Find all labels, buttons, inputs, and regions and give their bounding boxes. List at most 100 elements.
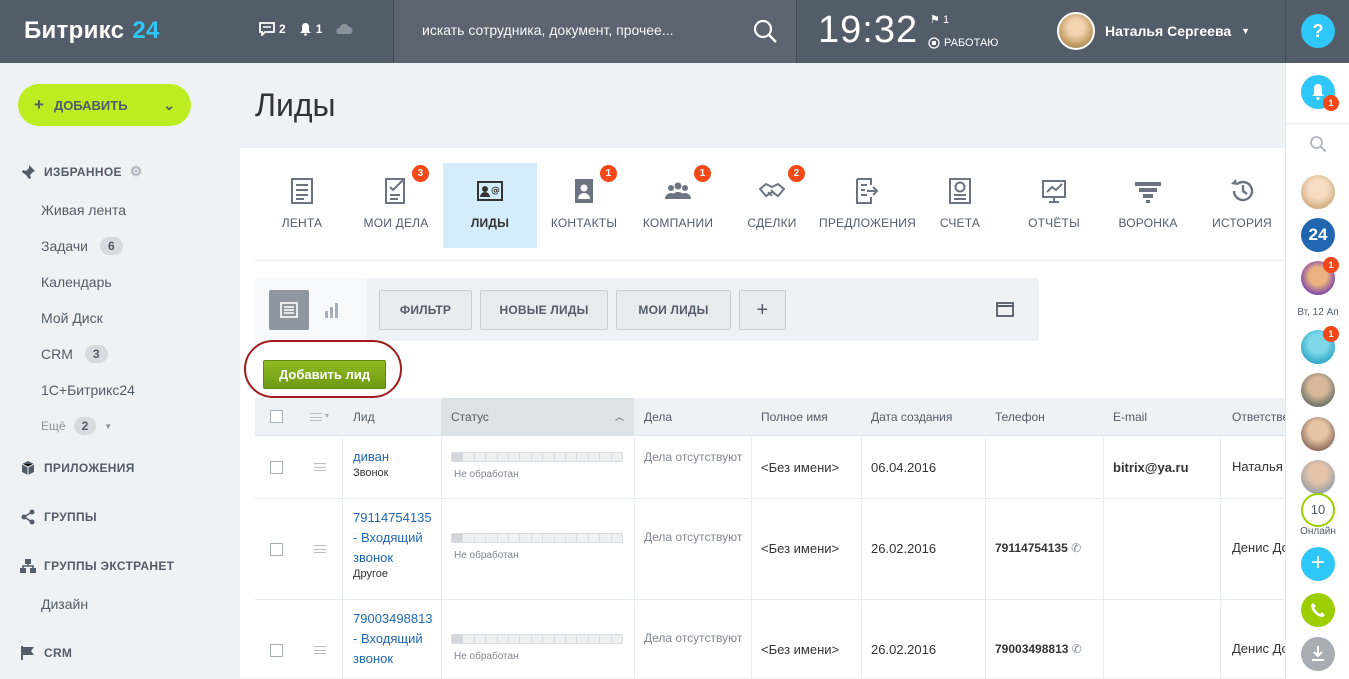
col-email[interactable]: E-mail (1113, 410, 1147, 424)
status-progress[interactable] (451, 634, 623, 644)
add-chat-button[interactable]: + (1301, 547, 1335, 581)
user-menu[interactable]: Наталья Сергеева ▼ (1057, 12, 1250, 50)
tab-leads[interactable]: @ ЛИДЫ (443, 163, 537, 248)
tab-reports[interactable]: ОТЧЁТЫ (1007, 163, 1101, 248)
work-status[interactable]: РАБОТАЮ (928, 37, 998, 49)
lead-link[interactable]: диван (353, 447, 389, 467)
search-box[interactable]: искать сотрудника, документ, прочее... (393, 0, 797, 63)
sidebar-item-crm[interactable]: CRM 3 (41, 345, 108, 363)
row-checkbox[interactable] (270, 543, 283, 556)
table-row[interactable]: 79114754135 - Входящий звонок Другое Не … (255, 500, 1298, 600)
deals-text: Дела отсутствуют (644, 530, 743, 544)
call-button[interactable] (1301, 593, 1335, 627)
phone-call-icon[interactable]: ✆ (1072, 642, 1082, 656)
col-phone[interactable]: Телефон (995, 410, 1045, 424)
messages-counter[interactable]: 2 (259, 22, 286, 36)
col-lead[interactable]: Лид (353, 410, 375, 424)
funnel-icon (1135, 182, 1161, 203)
row-menu-icon[interactable] (314, 463, 326, 471)
add-button[interactable]: + ДОБАВИТЬ ⌄ (18, 84, 191, 126)
chevron-down-icon: ▾ (325, 411, 330, 420)
add-lead-button[interactable]: Добавить лид (263, 360, 386, 389)
email-value[interactable]: bitrix@ya.ru (1113, 460, 1189, 475)
status-progress[interactable] (451, 452, 623, 462)
help-button[interactable]: ? (1301, 14, 1335, 48)
row-checkbox[interactable] (270, 644, 283, 657)
tab-companies[interactable]: 1 КОМПАНИИ (631, 163, 725, 248)
status-progress[interactable] (451, 533, 623, 543)
row-checkbox[interactable] (270, 461, 283, 474)
contact-avatar[interactable]: 1 (1301, 257, 1339, 295)
new-leads-filter-button[interactable]: НОВЫЕ ЛИДЫ (480, 290, 608, 330)
extranet-section[interactable]: ГРУППЫ ЭКСТРАНЕТ (20, 558, 174, 574)
contact-avatar[interactable] (1301, 460, 1335, 494)
row-menu-icon[interactable] (314, 646, 326, 654)
bitrix24-chat-avatar[interactable]: 24 (1301, 218, 1335, 252)
notifications-counter[interactable]: 1 (299, 22, 322, 36)
tab-deals[interactable]: 2 СДЕЛКИ (725, 163, 819, 248)
phone-value[interactable]: 79003498813 ✆ (995, 642, 1082, 656)
lead-source: Другое (353, 568, 388, 580)
col-status-sorted[interactable]: Статус ︿ (441, 398, 634, 436)
sidebar-item-tasks[interactable]: Задачи 6 (41, 237, 123, 255)
tab-my-tasks[interactable]: 3 МОИ ДЕЛА (349, 163, 443, 248)
clock[interactable]: 19:32 (818, 9, 918, 52)
chart-view-icon[interactable] (323, 300, 343, 320)
phone-value[interactable]: 79114754135 ✆ (995, 541, 1081, 555)
favorites-section[interactable]: ИЗБРАННОЕ ⚙ (20, 163, 143, 180)
apps-section[interactable]: ПРИЛОЖЕНИЯ (20, 460, 135, 476)
deals-icon (759, 182, 785, 198)
flag-counter[interactable]: ⚑ 1 (930, 13, 949, 26)
table-row[interactable]: 79003498813 - Входящий звонок Не обработ… (255, 601, 1298, 679)
table-row[interactable]: диван Звонок Не обработан Дела отсутству… (255, 437, 1303, 499)
sidebar-more[interactable]: Ещё 2 ▼ (41, 417, 112, 435)
list-view-button[interactable] (269, 290, 309, 330)
crm-section[interactable]: CRM (20, 645, 72, 661)
filter-button[interactable]: ФИЛЬТР (379, 290, 472, 330)
search-input[interactable]: искать сотрудника, документ, прочее... (422, 22, 674, 38)
groups-section[interactable]: ГРУППЫ (20, 509, 97, 525)
lead-link[interactable]: 79003498813 (353, 609, 433, 629)
search-icon[interactable] (752, 18, 778, 44)
contact-avatar[interactable] (1301, 417, 1335, 451)
lead-source: Звонок (353, 467, 389, 479)
chevron-down-icon: ⌄ (163, 96, 175, 113)
add-filter-button[interactable]: + (739, 290, 786, 330)
tab-invoices[interactable]: СЧЕТА (913, 163, 1007, 248)
tab-funnel[interactable]: ВОРОНКА (1101, 163, 1195, 248)
my-leads-filter-button[interactable]: МОИ ЛИДЫ (616, 290, 731, 330)
sidebar-item-design[interactable]: Дизайн (41, 596, 88, 612)
col-deals[interactable]: Дела (644, 410, 672, 424)
notifications-button[interactable]: 1 (1301, 75, 1339, 111)
window-icon[interactable] (996, 302, 1014, 318)
leads-icon: @ (477, 181, 503, 201)
cloud-status[interactable] (335, 23, 353, 35)
lead-link-cont[interactable]: звонок (353, 548, 432, 568)
column-settings-icon[interactable] (310, 413, 322, 421)
tab-feed[interactable]: ЛЕНТА (255, 163, 349, 248)
contact-avatar[interactable] (1301, 175, 1335, 209)
col-full-name[interactable]: Полное имя (761, 410, 828, 424)
contact-avatar[interactable]: 1 (1301, 326, 1339, 364)
sidebar-item-1c-bitrix[interactable]: 1С+Битрикс24 (41, 382, 135, 398)
sidebar-item-calendar[interactable]: Календарь (41, 274, 112, 290)
lead-link-cont[interactable]: - Входящий (353, 629, 433, 649)
gear-icon[interactable]: ⚙ (130, 163, 143, 180)
tab-quotes[interactable]: ПРЕДЛОЖЕНИЯ (819, 163, 916, 248)
tab-history[interactable]: ИСТОРИЯ (1195, 163, 1289, 248)
select-all-checkbox[interactable] (270, 410, 283, 423)
col-date[interactable]: Дата создания (871, 410, 952, 424)
logo[interactable]: Битрикс 24 (24, 17, 160, 45)
tab-contacts[interactable]: 1 КОНТАКТЫ (537, 163, 631, 248)
search-icon[interactable] (1309, 135, 1327, 153)
sidebar-item-live-feed[interactable]: Живая лента (41, 202, 126, 218)
row-menu-icon[interactable] (314, 545, 326, 553)
sidebar-item-my-disk[interactable]: Мой Диск (41, 310, 103, 326)
lead-link-cont[interactable]: звонок (353, 649, 433, 669)
lead-link-cont[interactable]: - Входящий (353, 528, 432, 548)
lead-link[interactable]: 79114754135 (353, 508, 432, 528)
online-counter[interactable]: 10 (1301, 493, 1335, 527)
contact-avatar[interactable] (1301, 373, 1335, 407)
phone-call-icon[interactable]: ✆ (1071, 541, 1081, 555)
download-button[interactable] (1301, 637, 1335, 671)
